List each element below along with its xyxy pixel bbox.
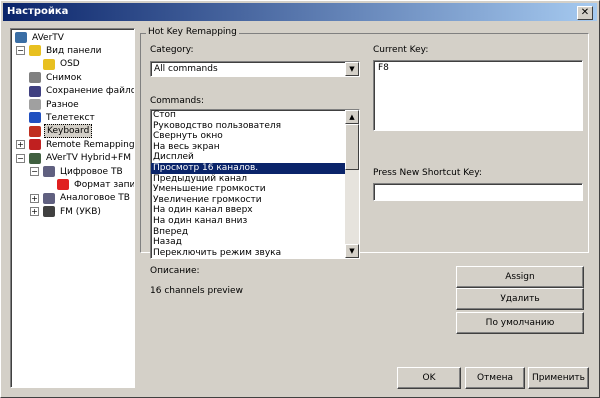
tree-item-label: Аналоговое ТВ [60,193,130,204]
command-item[interactable]: Свернуть окно [151,131,359,142]
command-item[interactable]: Предыдущий канал [151,174,359,185]
tree-item[interactable]: Снимок [29,71,84,84]
command-item[interactable]: Переключить режим звука [151,248,359,258]
tree-item[interactable]: Keyboard [29,124,93,139]
collapse-icon[interactable]: − [16,153,25,163]
commands-label: Commands: [150,96,204,106]
tree-item-label: Keyboard [44,124,93,139]
keyboard-icon [29,125,41,137]
expand-icon[interactable]: + [30,193,39,203]
current-key-box: F8 [373,60,583,131]
tree-item-label: Телетекст [46,112,95,123]
panel-icon [29,45,41,57]
remote-icon [29,139,41,151]
collapse-icon[interactable]: − [16,46,25,56]
osd-icon [43,58,55,70]
tree-item-label: Цифровое ТВ [60,166,123,177]
command-item[interactable]: Дисплей [151,152,359,163]
card-icon [29,152,41,164]
new-shortcut-input[interactable] [373,183,583,201]
description-label: Описание: [150,266,200,276]
hotkey-group-title: Hot Key Remapping [146,27,239,37]
tree-item[interactable]: OSD [43,58,82,71]
teletext-icon [29,112,41,124]
command-item[interactable]: Увеличение громкости [151,195,359,206]
title-bar: Настройка ✕ [3,3,597,21]
record-icon [57,179,69,191]
category-label: Category: [150,45,194,55]
close-button[interactable]: ✕ [577,6,593,20]
tree-item-label: Сохранение файлов [46,86,135,97]
description-text: 16 channels preview [150,286,243,296]
assign-button[interactable]: Assign [456,266,584,288]
tree-item[interactable]: Аналоговое ТВ [43,192,132,205]
command-item[interactable]: На один канал вниз [151,216,359,227]
expand-icon[interactable]: + [30,207,39,217]
ok-button[interactable]: OK [397,367,461,389]
command-item[interactable]: Назад [151,237,359,248]
default-button[interactable]: По умолчанию [456,312,584,334]
tools-icon [29,99,41,110]
tree-item-label: Разное [46,99,79,110]
commands-list[interactable]: Стоп Руководство пользователя Свернуть окн… [150,109,360,259]
delete-button[interactable]: Удалить [456,288,584,310]
command-item[interactable]: Вперед [151,227,359,238]
tree-item-label: Формат запи [74,179,135,190]
tree-item[interactable]: AVerTV [15,31,66,44]
tree-item-label: Remote Remapping [46,139,135,150]
current-key-value: F8 [378,63,389,73]
tree-item[interactable]: AVerTV Hybrid+FM Vo [29,152,135,165]
scroll-down-icon[interactable]: ▼ [345,244,359,258]
chevron-down-icon[interactable]: ▼ [345,62,359,76]
command-item[interactable]: Руководство пользователя [151,121,359,132]
tree-item[interactable]: Формат запи [57,178,135,191]
camera-icon [29,72,41,84]
collapse-icon[interactable]: − [30,167,39,176]
tree-item[interactable]: Цифровое ТВ [43,165,125,178]
scroll-up-icon[interactable]: ▲ [345,110,359,124]
tree-item-label: AVerTV [32,32,64,43]
floppy-icon [29,85,41,97]
category-select[interactable]: All commands ▼ [150,61,360,77]
tree-item-label: OSD [60,59,80,70]
tree-item[interactable]: Remote Remapping [29,138,135,151]
apply-button[interactable]: Применить [528,367,589,389]
expand-icon[interactable]: + [16,140,25,150]
command-item[interactable]: Уменьшение громкости [151,184,359,195]
commands-rows: Стоп Руководство пользователя Свернуть окн… [151,110,359,258]
tv-icon [43,166,55,177]
new-shortcut-label: Press New Shortcut Key: [373,168,482,178]
tree-item-label: FM (УКВ) [60,206,101,217]
command-item[interactable]: Стоп [151,110,359,121]
tree-item[interactable]: FM (УКВ) [43,205,103,218]
monitor-icon [15,32,27,43]
window-title: Настройка [7,6,69,17]
settings-tree[interactable]: AVerTV Вид панели − OSD Снимок Сохранение фай… [10,28,135,388]
category-value: All commands [154,64,218,74]
tree-item-label: Вид панели [46,45,102,56]
tree-item-label: Снимок [46,72,82,83]
radio-icon [43,206,55,218]
commands-scrollbar[interactable]: ▲ ▼ [345,110,359,258]
tree-item[interactable]: Вид панели [29,44,104,57]
tree-item[interactable]: Телетекст [29,111,97,124]
scroll-thumb[interactable] [345,124,359,170]
tree-item[interactable]: Сохранение файлов [29,85,135,98]
command-item[interactable]: На один канал вверх [151,205,359,216]
current-key-label: Current Key: [373,45,429,55]
command-item[interactable]: Просмотр 16 каналов. [151,162,359,174]
tree-item-label: AVerTV Hybrid+FM Vo [46,153,135,164]
cancel-button[interactable]: Отмена [465,367,525,389]
command-item[interactable]: На весь экран [151,142,359,153]
tv-icon [43,192,55,204]
tree-item[interactable]: Разное [29,98,81,111]
